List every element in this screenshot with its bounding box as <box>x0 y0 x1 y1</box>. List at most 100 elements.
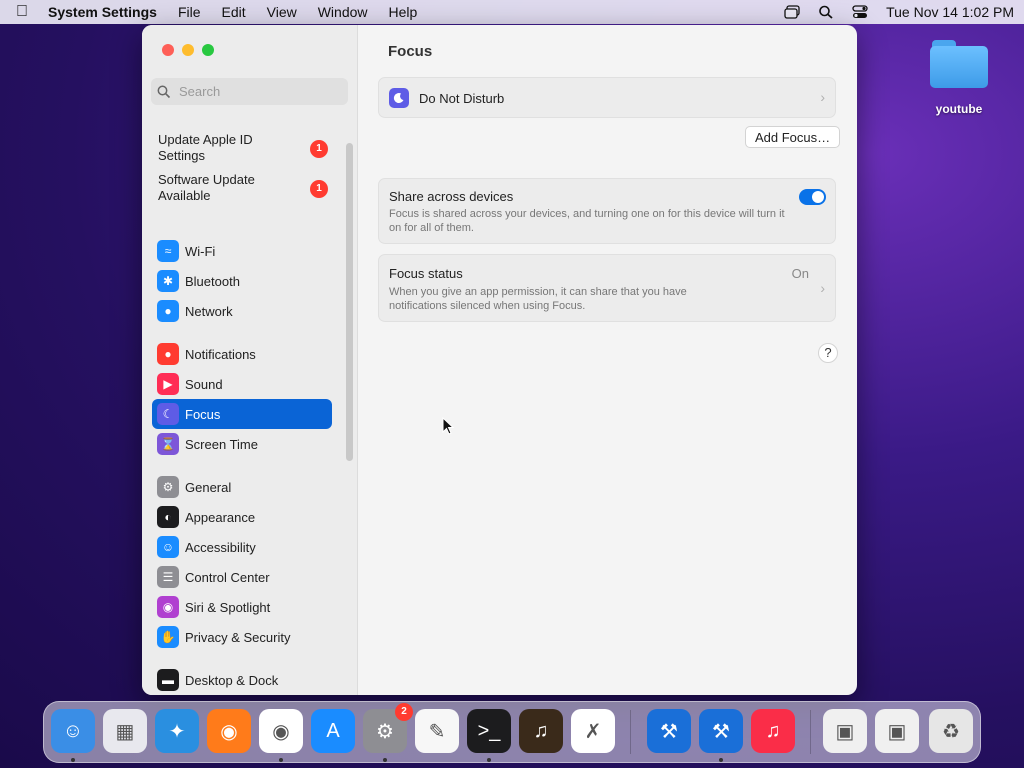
share-description: Focus is shared across your devices, and… <box>389 208 785 234</box>
preview-window-icon[interactable]: ▣ <box>823 709 867 753</box>
help-button[interactable]: ? <box>818 343 838 363</box>
sidebar-item-label: Sound <box>185 376 223 392</box>
close-button[interactable] <box>162 44 174 56</box>
appearance-icon: ◐ <box>157 506 179 528</box>
running-indicator <box>383 758 387 762</box>
main-pane: Focus Do Not Disturb › Add Focus… Share … <box>358 25 857 695</box>
running-indicator <box>71 758 75 762</box>
sidebar-item-focus[interactable]: ☾ Focus <box>152 399 332 429</box>
sidebar-item-siri-spotlight[interactable]: ◉ Siri & Spotlight <box>152 592 332 622</box>
garageband-icon[interactable]: ♫ <box>519 709 563 753</box>
menu-file[interactable]: File <box>178 4 201 20</box>
app-store-icon[interactable]: A <box>311 709 355 753</box>
sidebar-item-label: Network <box>185 303 233 319</box>
sidebar-item-accessibility[interactable]: ☺ Accessibility <box>152 532 332 562</box>
sidebar-item-label: Siri & Spotlight <box>185 599 271 615</box>
sidebar-item-label: Bluetooth <box>185 273 240 289</box>
minimize-button[interactable] <box>182 44 194 56</box>
sidebar-item-notifications[interactable]: ● Notifications <box>152 339 332 369</box>
status-title: Focus status <box>389 266 463 281</box>
music-icon[interactable]: ♫ <box>751 709 795 753</box>
terminal-icon[interactable]: >_ <box>467 709 511 753</box>
menu-view[interactable]: View <box>267 4 297 20</box>
sidebar-item-privacy-security[interactable]: ✋ Privacy & Security <box>152 622 332 652</box>
dock-icon: ▬ <box>157 669 179 691</box>
share-across-devices-card: Share across devices Focus is shared acr… <box>378 178 836 244</box>
chevron-right-icon: › <box>820 89 825 105</box>
window-controls <box>162 44 214 56</box>
sidebar-item-label: Control Center <box>185 569 270 585</box>
control-center-icon: ☰ <box>157 566 179 588</box>
accessibility-icon: ☺ <box>157 536 179 558</box>
menu-clock[interactable]: Tue Nov 14 1:02 PM <box>886 4 1014 20</box>
firefox-icon[interactable]: ◉ <box>207 709 251 753</box>
finder-icon[interactable]: ☺ <box>51 709 95 753</box>
focus-status-row[interactable]: Focus status When you give an app permis… <box>378 254 836 322</box>
menu-window[interactable]: Window <box>318 4 368 20</box>
control-center-menu-icon[interactable] <box>852 5 868 19</box>
running-indicator <box>487 758 491 762</box>
alert-software-update[interactable]: Software Update Available 1 <box>158 172 328 204</box>
dock: ☺ ▦ ✦ ◉ ◉ A ⚙ 2 ✎ >_ ♫ ✗ ⚒ ⚒ ♫ ▣ ▣ ♻ <box>43 701 981 763</box>
sidebar-item-control-center[interactable]: ☰ Control Center <box>152 562 332 592</box>
menu-app-name[interactable]: System Settings <box>48 4 157 20</box>
system-settings-icon[interactable]: ⚙ 2 <box>363 703 413 753</box>
add-focus-button[interactable]: Add Focus… <box>745 126 841 148</box>
safari-icon[interactable]: ✦ <box>155 709 199 753</box>
mouse-pointer-icon <box>442 417 454 435</box>
search-input[interactable] <box>177 83 341 100</box>
system-settings-window: Update Apple ID Settings 1 Software Upda… <box>142 25 857 695</box>
sidebar: Update Apple ID Settings 1 Software Upda… <box>142 25 358 695</box>
running-indicator <box>279 758 283 762</box>
chrome-icon[interactable]: ◉ <box>259 709 303 753</box>
menu-bar:  System Settings File Edit View Window … <box>0 0 1024 24</box>
sidebar-item-sound[interactable]: ▶ Sound <box>152 369 332 399</box>
window-switcher-icon[interactable] <box>784 5 800 19</box>
sidebar-item-screen-time[interactable]: ⌛ Screen Time <box>152 429 332 459</box>
status-description: When you give an app permission, it can … <box>389 286 687 312</box>
desktop-folder[interactable]: youtube <box>928 40 990 116</box>
share-title: Share across devices <box>389 189 514 204</box>
menu-edit[interactable]: Edit <box>222 4 246 20</box>
running-indicator <box>719 758 723 762</box>
zoom-button[interactable] <box>202 44 214 56</box>
sidebar-item-label: Notifications <box>185 346 256 362</box>
sidebar-item-wi-fi[interactable]: ≈ Wi-Fi <box>152 236 332 266</box>
sidebar-item-label: Wi-Fi <box>185 243 216 259</box>
do-not-disturb-row[interactable]: Do Not Disturb › <box>378 77 836 118</box>
chevron-right-icon: › <box>820 280 825 296</box>
spotlight-search-icon[interactable] <box>818 5 834 19</box>
preview-window-icon-2[interactable]: ▣ <box>875 709 919 753</box>
sidebar-item-label: Desktop & Dock <box>185 672 279 688</box>
sidebar-item-general[interactable]: ⚙ General <box>152 472 332 502</box>
sidebar-item-label: Accessibility <box>185 539 256 555</box>
sidebar-scrollbar[interactable] <box>346 143 353 461</box>
share-toggle[interactable] <box>799 189 826 205</box>
hourglass-icon: ⌛ <box>157 433 179 455</box>
sidebar-item-desktop-dock[interactable]: ▬ Desktop & Dock <box>152 665 332 695</box>
dnd-label: Do Not Disturb <box>419 91 505 106</box>
alert-badge: 1 <box>310 180 328 198</box>
launchpad-icon[interactable]: ▦ <box>103 709 147 753</box>
sidebar-item-network[interactable]: ● Network <box>152 296 332 326</box>
alert-label: Update Apple ID Settings <box>158 132 253 163</box>
textedit-icon[interactable]: ✎ <box>415 709 459 753</box>
sidebar-item-appearance[interactable]: ◐ Appearance <box>152 502 332 532</box>
bell-icon: ● <box>157 343 179 365</box>
dock-separator <box>630 710 631 754</box>
alert-update-apple-id[interactable]: Update Apple ID Settings 1 <box>158 132 328 164</box>
sidebar-item-label: Appearance <box>185 509 256 525</box>
sidebar-item-bluetooth[interactable]: ✱ Bluetooth <box>152 266 332 296</box>
apple-menu-icon[interactable]:  <box>10 3 48 21</box>
search-icon <box>157 85 171 98</box>
xcode-icon[interactable]: ⚒ <box>647 709 691 753</box>
status-value: On <box>791 266 809 281</box>
sidebar-item-label: Screen Time <box>185 436 258 452</box>
simulator-icon[interactable]: ⚒ <box>699 709 743 753</box>
trash-icon[interactable]: ♻ <box>929 709 973 753</box>
menu-help[interactable]: Help <box>389 4 418 20</box>
siri-icon: ◉ <box>157 596 179 618</box>
vscode-icon[interactable]: ✗ <box>571 709 615 753</box>
search-field[interactable] <box>151 78 348 105</box>
moon-icon: ☾ <box>157 403 179 425</box>
